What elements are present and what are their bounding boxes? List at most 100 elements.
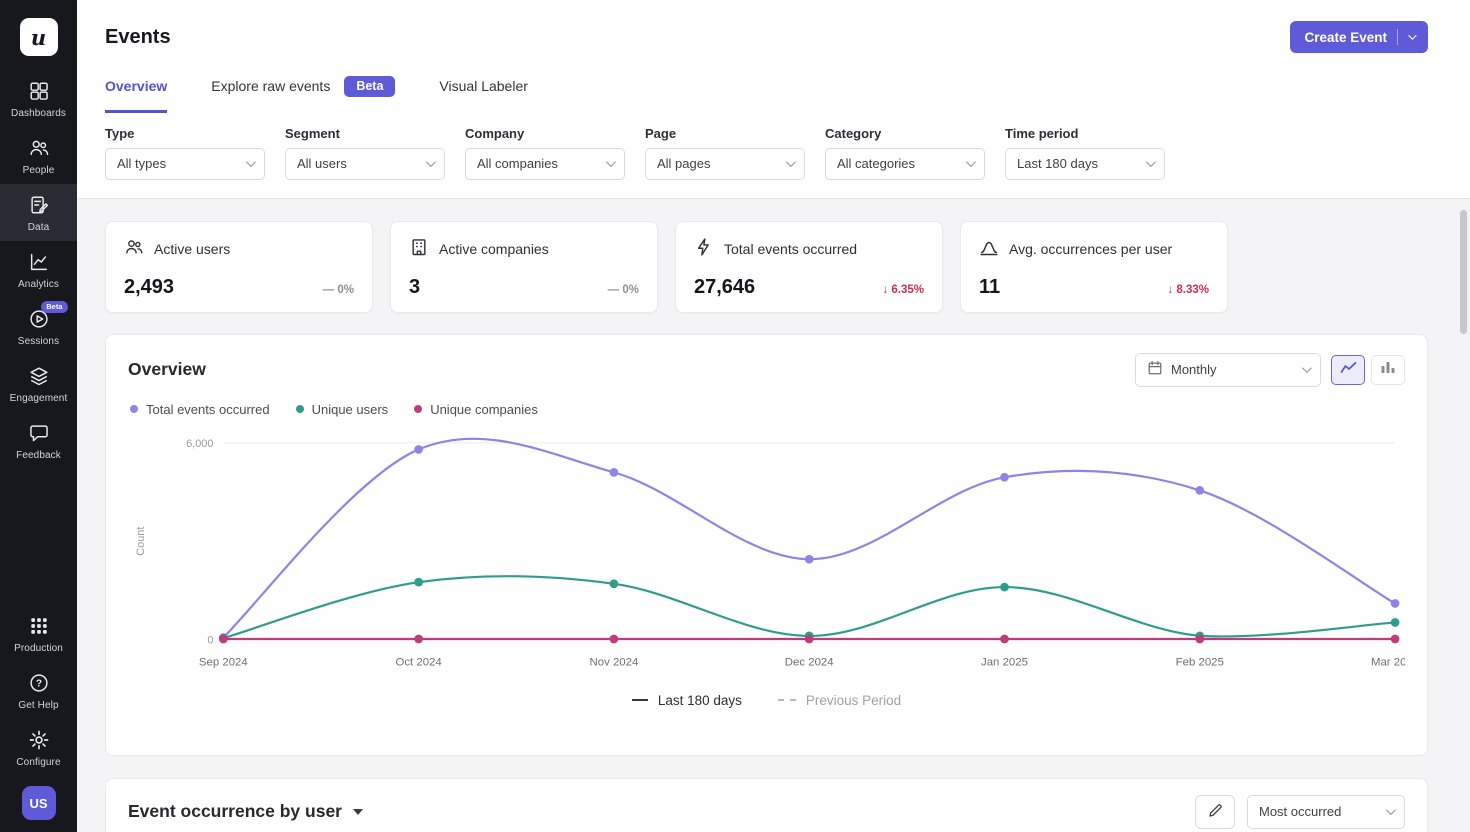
vertical-scrollbar[interactable]: [1460, 210, 1467, 334]
create-event-button[interactable]: Create Event: [1290, 21, 1428, 53]
edit-button[interactable]: [1195, 795, 1235, 829]
select-value: Last 180 days: [1017, 156, 1098, 171]
chevron-down-icon: [1302, 363, 1312, 373]
sidebar-item-configure[interactable]: Configure: [0, 719, 77, 776]
stat-card-active-companies: Active companies 3 — 0%: [390, 221, 658, 313]
filter-segment: Segment All users: [285, 126, 445, 180]
sidebar-item-label: People: [23, 165, 55, 176]
chevron-down-icon: [966, 157, 976, 167]
legend-dot: [130, 405, 138, 413]
filters-bar: Type All types Segment All users Company…: [105, 126, 1428, 198]
sidebar-item-feedback[interactable]: Feedback: [0, 412, 77, 469]
data-icon: [27, 193, 51, 217]
legend-unique-users: Unique users: [296, 402, 389, 417]
sidebar-item-production[interactable]: Production: [0, 605, 77, 662]
sidebar-item-engagement[interactable]: Engagement: [0, 355, 77, 412]
tab-label: Explore raw events: [211, 78, 330, 94]
overview-chart: 06,000CountSep 2024Oct 2024Nov 2024Dec 2…: [128, 427, 1405, 681]
chevron-down-icon: [1408, 31, 1416, 39]
chevron-down-icon: [246, 157, 256, 167]
type-select[interactable]: All types: [105, 148, 265, 180]
sidebar-item-data[interactable]: Data: [0, 184, 77, 241]
app-logo[interactable]: u: [20, 18, 58, 56]
tab-label: Overview: [105, 78, 167, 94]
select-value: Monthly: [1171, 362, 1294, 377]
building-icon: [409, 237, 429, 262]
page-select[interactable]: All pages: [645, 148, 805, 180]
sidebar-item-analytics[interactable]: Analytics: [0, 241, 77, 298]
sidebar-item-label: Dashboards: [11, 108, 66, 119]
production-icon: [27, 614, 51, 638]
filter-label: Segment: [285, 126, 445, 141]
svg-text:Mar 2025: Mar 2025: [1371, 656, 1405, 668]
sidebar-item-label: Feedback: [16, 450, 61, 461]
legend-previous-period: Previous Period: [778, 693, 901, 708]
line-chart-icon: [1340, 361, 1357, 379]
tab-visual-labeler[interactable]: Visual Labeler: [439, 76, 527, 113]
time-period-select[interactable]: Last 180 days: [1005, 148, 1165, 180]
sidebar-item-sessions[interactable]: Beta Sessions: [0, 298, 77, 355]
stat-change: — 0%: [608, 284, 639, 296]
filter-time-period: Time period Last 180 days: [1005, 126, 1165, 180]
stat-card-avg-occurrences: Avg. occurrences per user 11 ↓ 8.33%: [960, 221, 1228, 313]
sidebar-item-label: Sessions: [18, 336, 59, 347]
engagement-icon: [27, 364, 51, 388]
svg-text:6,000: 6,000: [186, 437, 213, 449]
dashboards-icon: [27, 79, 51, 103]
distribution-icon: [979, 237, 999, 262]
filter-company: Company All companies: [465, 126, 625, 180]
select-value: Most occurred: [1259, 804, 1341, 819]
sort-select[interactable]: Most occurred: [1247, 795, 1405, 829]
sidebar-item-label: Configure: [16, 757, 60, 768]
page-title: Events: [105, 26, 171, 49]
svg-text:Nov 2024: Nov 2024: [589, 656, 638, 668]
svg-text:0: 0: [207, 634, 213, 646]
legend-dot: [296, 405, 304, 413]
sidebar-item-label: Engagement: [10, 393, 68, 404]
segment-select[interactable]: All users: [285, 148, 445, 180]
line-chart-toggle[interactable]: [1331, 355, 1365, 385]
category-select[interactable]: All categories: [825, 148, 985, 180]
sidebar-item-people[interactable]: People: [0, 127, 77, 184]
chevron-down-icon: [1146, 157, 1156, 167]
filter-label: Type: [105, 126, 265, 141]
chevron-down-icon: [606, 157, 616, 167]
content: Active users 2,493 — 0% Active companies: [77, 199, 1470, 832]
chart-legend: Total events occurred Unique users Uniqu…: [130, 402, 1405, 417]
stat-label: Active companies: [439, 241, 549, 257]
stat-label: Active users: [154, 241, 230, 257]
sidebar-item-get-help[interactable]: ? Get Help: [0, 662, 77, 719]
bar-chart-toggle[interactable]: [1371, 355, 1405, 385]
stat-value: 2,493: [124, 276, 174, 299]
sidebar: u Dashboards People Data Analytics Beta …: [0, 0, 77, 832]
event-occurrence-card: Event occurrence by user Most occurred: [105, 778, 1428, 832]
filter-label: Page: [645, 126, 805, 141]
stat-card-total-events: Total events occurred 27,646 ↓ 6.35%: [675, 221, 943, 313]
stat-card-active-users: Active users 2,493 — 0%: [105, 221, 373, 313]
filter-label: Company: [465, 126, 625, 141]
tabs: Overview Explore raw events Beta Visual …: [105, 76, 1428, 113]
tab-overview[interactable]: Overview: [105, 76, 167, 113]
svg-text:Sep 2024: Sep 2024: [199, 656, 248, 668]
stat-change: ↓ 8.33%: [1167, 284, 1209, 296]
configure-icon: [27, 728, 51, 752]
stats-row: Active users 2,493 — 0% Active companies: [105, 221, 1428, 313]
event-occurrence-title-dropdown[interactable]: Event occurrence by user: [128, 801, 363, 822]
chevron-down-icon: [786, 157, 796, 167]
granularity-select[interactable]: Monthly: [1135, 353, 1321, 387]
sidebar-item-dashboards[interactable]: Dashboards: [0, 70, 77, 127]
stat-value: 11: [979, 276, 1000, 299]
help-icon: ?: [27, 671, 51, 695]
legend-unique-companies: Unique companies: [414, 402, 538, 417]
sessions-icon: Beta: [27, 307, 51, 331]
tab-explore-raw-events[interactable]: Explore raw events Beta: [211, 76, 395, 113]
svg-text:Oct 2024: Oct 2024: [395, 656, 442, 668]
users-icon: [124, 237, 144, 262]
topbar: Events Create Event Overview Explore raw…: [77, 0, 1470, 199]
stat-label: Avg. occurrences per user: [1009, 241, 1172, 257]
filter-type: Type All types: [105, 126, 265, 180]
chart-footer-legend: Last 180 days Previous Period: [128, 693, 1405, 708]
user-avatar[interactable]: US: [22, 786, 56, 820]
sidebar-item-label: Data: [28, 222, 50, 233]
company-select[interactable]: All companies: [465, 148, 625, 180]
